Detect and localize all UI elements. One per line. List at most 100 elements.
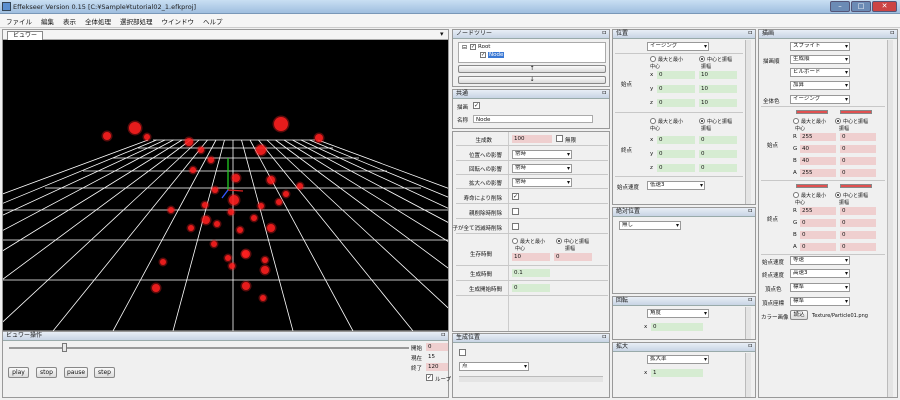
rotation-vscroll[interactable] <box>745 307 751 339</box>
draw-end-g-amp[interactable]: 0 <box>840 219 876 227</box>
draw-start-minmax-radio[interactable] <box>793 118 799 124</box>
node-tree-view[interactable]: ⊟ ✓ Root ✓ Node <box>458 42 606 63</box>
collapse-icon[interactable]: ⊟ <box>462 44 467 51</box>
draw-start-g-center[interactable]: 40 <box>800 145 836 153</box>
step-button[interactable]: step <box>94 367 115 378</box>
viewer-dropdown-icon[interactable]: ▾ <box>440 30 444 38</box>
rot-influence-select[interactable]: 常時 <box>512 164 572 173</box>
pin-icon[interactable]: ㅁ <box>747 343 753 351</box>
menu-window[interactable]: ウインドウ <box>162 16 195 26</box>
vertex-color-select[interactable]: 標準 <box>790 283 850 292</box>
maximize-button[interactable]: □ <box>851 1 871 12</box>
rotation-x-input[interactable]: 0 <box>651 323 703 331</box>
lifetime-center-input[interactable]: 10 <box>512 253 550 261</box>
draw-end-a-amp[interactable]: 0 <box>840 243 876 251</box>
position-start-y-center[interactable]: 0 <box>657 85 695 93</box>
minimize-button[interactable]: – <box>830 1 850 12</box>
lifetime-amp-input[interactable]: 0 <box>554 253 592 261</box>
position-end-y-amp[interactable]: 0 <box>699 150 737 158</box>
position-start-center-radio[interactable] <box>699 56 705 62</box>
infinite-checkbox[interactable] <box>556 135 563 142</box>
move-up-button[interactable]: ↑ <box>458 65 606 73</box>
close-button[interactable]: ✕ <box>872 1 897 12</box>
draw-start-r-center[interactable]: 255 <box>800 133 836 141</box>
start-speed-select[interactable]: 等速 <box>790 256 850 265</box>
draw-end-r-amp[interactable]: 0 <box>840 207 876 215</box>
gen-position-hscroll[interactable] <box>459 376 603 382</box>
end-speed-select[interactable]: 高速3 <box>790 269 850 278</box>
draw-checkbox[interactable]: ✓ <box>473 102 480 109</box>
position-end-z-amp[interactable]: 0 <box>699 164 737 172</box>
position-end-z-center[interactable]: 0 <box>657 164 695 172</box>
pause-button[interactable]: pause <box>64 367 88 378</box>
tree-item-root[interactable]: Root <box>478 44 490 50</box>
draw-start-a-center[interactable]: 255 <box>800 169 836 177</box>
position-start-y-amp[interactable]: 10 <box>699 85 737 93</box>
draw-start-a-amp[interactable]: 0 <box>840 169 876 177</box>
lifetime-center-radio[interactable] <box>556 238 562 244</box>
pin-icon[interactable]: ㅁ <box>747 297 753 305</box>
tree-item-node[interactable]: Node <box>488 52 505 58</box>
scale-influence-select[interactable]: 常時 <box>512 178 572 187</box>
start-color-swatch-b[interactable] <box>840 110 872 114</box>
tab-viewer[interactable]: ビュワー <box>7 31 44 40</box>
draw-end-b-center[interactable]: 0 <box>800 231 836 239</box>
menu-file[interactable]: ファイル <box>6 16 32 26</box>
pos-influence-select[interactable]: 常時 <box>512 150 572 159</box>
position-end-minmax-radio[interactable] <box>650 118 656 124</box>
draw-order-select[interactable]: 生成順 <box>790 55 850 64</box>
menu-global[interactable]: 全体処理 <box>85 16 111 26</box>
draw-start-r-amp[interactable]: 0 <box>840 133 876 141</box>
draw-end-r-center[interactable]: 255 <box>800 207 836 215</box>
draw-start-b-amp[interactable]: 0 <box>840 157 876 165</box>
draw-type-select[interactable]: スプライト <box>790 42 850 51</box>
position-vscroll[interactable] <box>745 40 751 204</box>
draw-start-g-amp[interactable]: 0 <box>840 145 876 153</box>
scale-select[interactable]: 拡大率 <box>647 355 709 364</box>
gen-start-input[interactable]: 0 <box>512 284 550 292</box>
end-color-swatch-b[interactable] <box>840 184 872 188</box>
draw-vscroll[interactable] <box>887 40 893 397</box>
root-checkbox[interactable]: ✓ <box>470 44 476 50</box>
end-color-swatch-a[interactable] <box>796 184 828 188</box>
remove-on-parent-checkbox[interactable] <box>512 208 519 215</box>
pin-icon[interactable]: ㅁ <box>440 332 446 340</box>
scale-x-input[interactable]: 1 <box>651 369 703 377</box>
viewport-canvas[interactable] <box>3 40 448 331</box>
position-start-z-amp[interactable]: 10 <box>699 99 737 107</box>
gen-position-checkbox[interactable] <box>459 349 466 356</box>
pin-icon[interactable]: ㅁ <box>601 30 607 38</box>
remove-on-children-checkbox[interactable] <box>512 223 519 230</box>
blend-select[interactable]: 加算 <box>790 81 850 90</box>
start-color-swatch-a[interactable] <box>796 110 828 114</box>
pin-icon[interactable]: ㅁ <box>601 334 607 342</box>
position-end-center-radio[interactable] <box>699 118 705 124</box>
move-down-button[interactable]: ↓ <box>458 76 606 84</box>
draw-end-g-center[interactable]: 0 <box>800 219 836 227</box>
timeline-slider-handle[interactable] <box>62 343 67 352</box>
pin-icon[interactable]: ㅁ <box>747 30 753 38</box>
rotation-select[interactable]: 角度 <box>647 309 709 318</box>
draw-start-b-center[interactable]: 40 <box>800 157 836 165</box>
name-input[interactable]: Node <box>473 115 593 123</box>
position-end-y-center[interactable]: 0 <box>657 150 695 158</box>
pin-icon[interactable]: ㅁ <box>601 90 607 98</box>
position-mode-select[interactable]: イージング <box>647 42 709 51</box>
stop-button[interactable]: stop <box>36 367 57 378</box>
position-speed-select[interactable]: 低速3 <box>647 181 705 190</box>
gen-time-input[interactable]: 0.1 <box>512 269 550 277</box>
lifetime-minmax-radio[interactable] <box>512 238 518 244</box>
node-checkbox[interactable]: ✓ <box>480 52 486 58</box>
global-color-select[interactable]: イージング <box>790 95 850 104</box>
position-start-x-amp[interactable]: 10 <box>699 71 737 79</box>
pin-icon[interactable]: ㅁ <box>889 30 895 38</box>
menu-help[interactable]: ヘルプ <box>203 16 223 26</box>
billboard-select[interactable]: ビルボード <box>790 68 850 77</box>
remove-on-life-checkbox[interactable]: ✓ <box>512 193 519 200</box>
position-end-x-center[interactable]: 0 <box>657 136 695 144</box>
position-start-z-center[interactable]: 0 <box>657 99 695 107</box>
menu-selection[interactable]: 選択部処理 <box>120 16 153 26</box>
draw-end-center-radio[interactable] <box>835 192 841 198</box>
load-image-button[interactable]: 読込 <box>790 310 808 320</box>
draw-end-minmax-radio[interactable] <box>793 192 799 198</box>
